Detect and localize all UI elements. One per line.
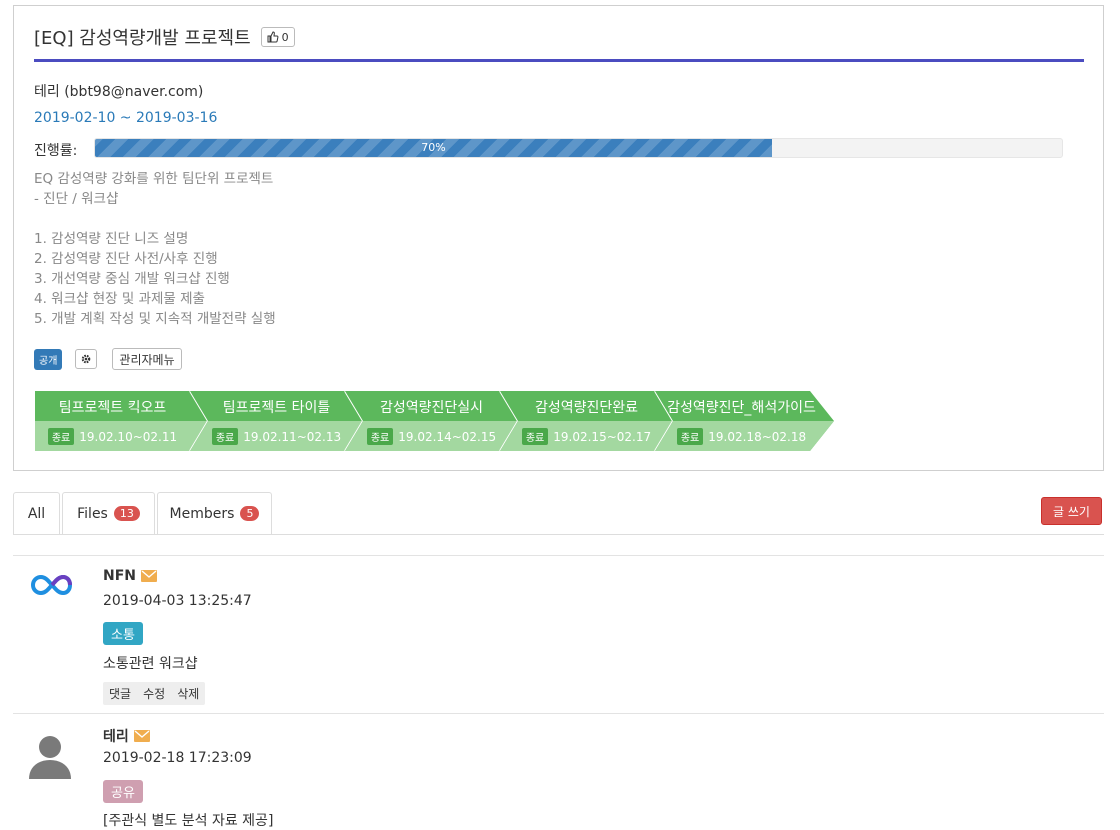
tab-label: All [27,505,46,522]
visibility-badge: 공개 [34,348,63,370]
description-line: 1. 감성역량 진단 니즈 설명 [34,231,189,247]
stage-status: 종료 19.02.11~02.13 [199,428,354,445]
tab-label: Files [77,505,108,522]
stage-status: 종료 19.02.14~02.15 [354,428,509,445]
progress-fill: 70% [95,139,772,157]
project-dates: 2019-02-10 ~ 2019-03-16 [34,110,218,126]
like-button[interactable]: 0 [260,27,295,47]
project-description: EQ 감성역량 강화를 위한 팀단위 프로젝트 - 진단 / 워크샵 1. 감성역량… [34,169,276,329]
tab-all[interactable]: All [13,492,60,534]
stage-period: 19.02.10~02.11 [79,429,178,444]
tab-files[interactable]: Files 13 [62,492,155,534]
post-divider [13,555,1104,556]
stage-status-badge: 종료 [211,428,239,445]
stage-status-badge: 종료 [366,428,394,445]
author-name[interactable]: 테리 [103,726,129,746]
envelope-icon[interactable] [133,730,150,742]
nfn-logo-avatar [30,574,73,596]
like-count: 0 [281,30,289,44]
description-line: 5. 개발 계획 작성 및 지속적 개발전략 실행 [34,311,276,327]
tab-members[interactable]: Members 5 [157,492,272,534]
tab-divider [13,534,1104,535]
stage-period: 19.02.14~02.15 [398,429,497,444]
stage-status: 종료 19.02.15~02.17 [509,428,664,445]
thumbs-up-icon [267,31,279,43]
post-divider [13,713,1104,714]
write-post-button[interactable]: 글 쓰기 [1041,497,1102,525]
description-line: 3. 개선역량 중심 개발 워크샵 진행 [34,271,230,287]
stage-status-badge: 종료 [521,428,549,445]
post-content: 소통관련 워크샵 [103,656,198,672]
stage-name: 감성역량진단_해석가이드 [667,400,816,416]
post-timestamp: 2019-04-03 13:25:47 [103,593,252,609]
tab-count-badge: 13 [113,506,140,521]
project-owner: 테리 (bbt98@naver.com) [34,84,204,100]
stage-name: 감성역량진단실시 [379,400,484,416]
post-timestamp: 2019-02-18 17:23:09 [103,750,252,766]
tab-label: Members [169,505,235,522]
tab-count-badge: 5 [240,506,260,521]
post-author: NFN [103,568,157,584]
comment-button[interactable]: 댓글 [109,685,131,702]
title-row: [EQ] 감성역량개발 프로젝트 0 [34,24,295,50]
description-line: EQ 감성역량 강화를 위한 팀단위 프로젝트 [34,171,274,187]
stage-name: 감성역량진단완료 [534,400,639,416]
post-actions: 댓글 수정 삭제 [103,682,206,705]
author-name[interactable]: NFN [103,568,136,584]
description-line: - 진단 / 워크샵 [34,191,119,207]
stage-period: 19.02.18~02.18 [708,429,807,444]
delete-button[interactable]: 삭제 [177,685,199,702]
stage-period: 19.02.11~02.13 [243,429,342,444]
user-avatar-icon [29,736,71,779]
post-author: 테리 [103,726,150,746]
stage-period: 19.02.15~02.17 [553,429,652,444]
edit-button[interactable]: 수정 [143,685,165,702]
stage-status-badge: 종료 [47,428,75,445]
stage-status: 종료 19.02.18~02.18 [664,428,819,445]
project-title: [EQ] 감성역량개발 프로젝트 [34,28,251,49]
post-category-badge: 공유 [103,780,143,803]
stage-status: 종료 19.02.10~02.11 [35,428,190,445]
description-line: 2. 감성역량 진단 사전/사후 진행 [34,251,218,267]
description-line: 4. 워크샵 현장 및 과제물 제출 [34,291,205,307]
admin-menu-button[interactable]: 관리자메뉴 [112,348,182,370]
post-category-badge: 소통 [103,622,143,645]
post-content: [주관식 별도 분석 자료 제공] [103,813,274,829]
progress-label: 진행률: [34,143,78,159]
stage-name: 팀프로젝트 타이틀 [222,400,331,416]
tag-row: 공개 관리자메뉴 [34,348,182,370]
description-line [34,209,276,229]
progress-bar: 70% [94,138,1063,158]
project-panel: [EQ] 감성역량개발 프로젝트 0 테리 (bbt98@naver.com) … [13,5,1104,471]
settings-button[interactable] [75,349,98,369]
gear-icon [82,354,91,364]
title-underline [34,59,1084,62]
stage-status-badge: 종료 [676,428,704,445]
stage-name: 팀프로젝트 킥오프 [58,400,167,416]
envelope-icon[interactable] [141,570,157,582]
